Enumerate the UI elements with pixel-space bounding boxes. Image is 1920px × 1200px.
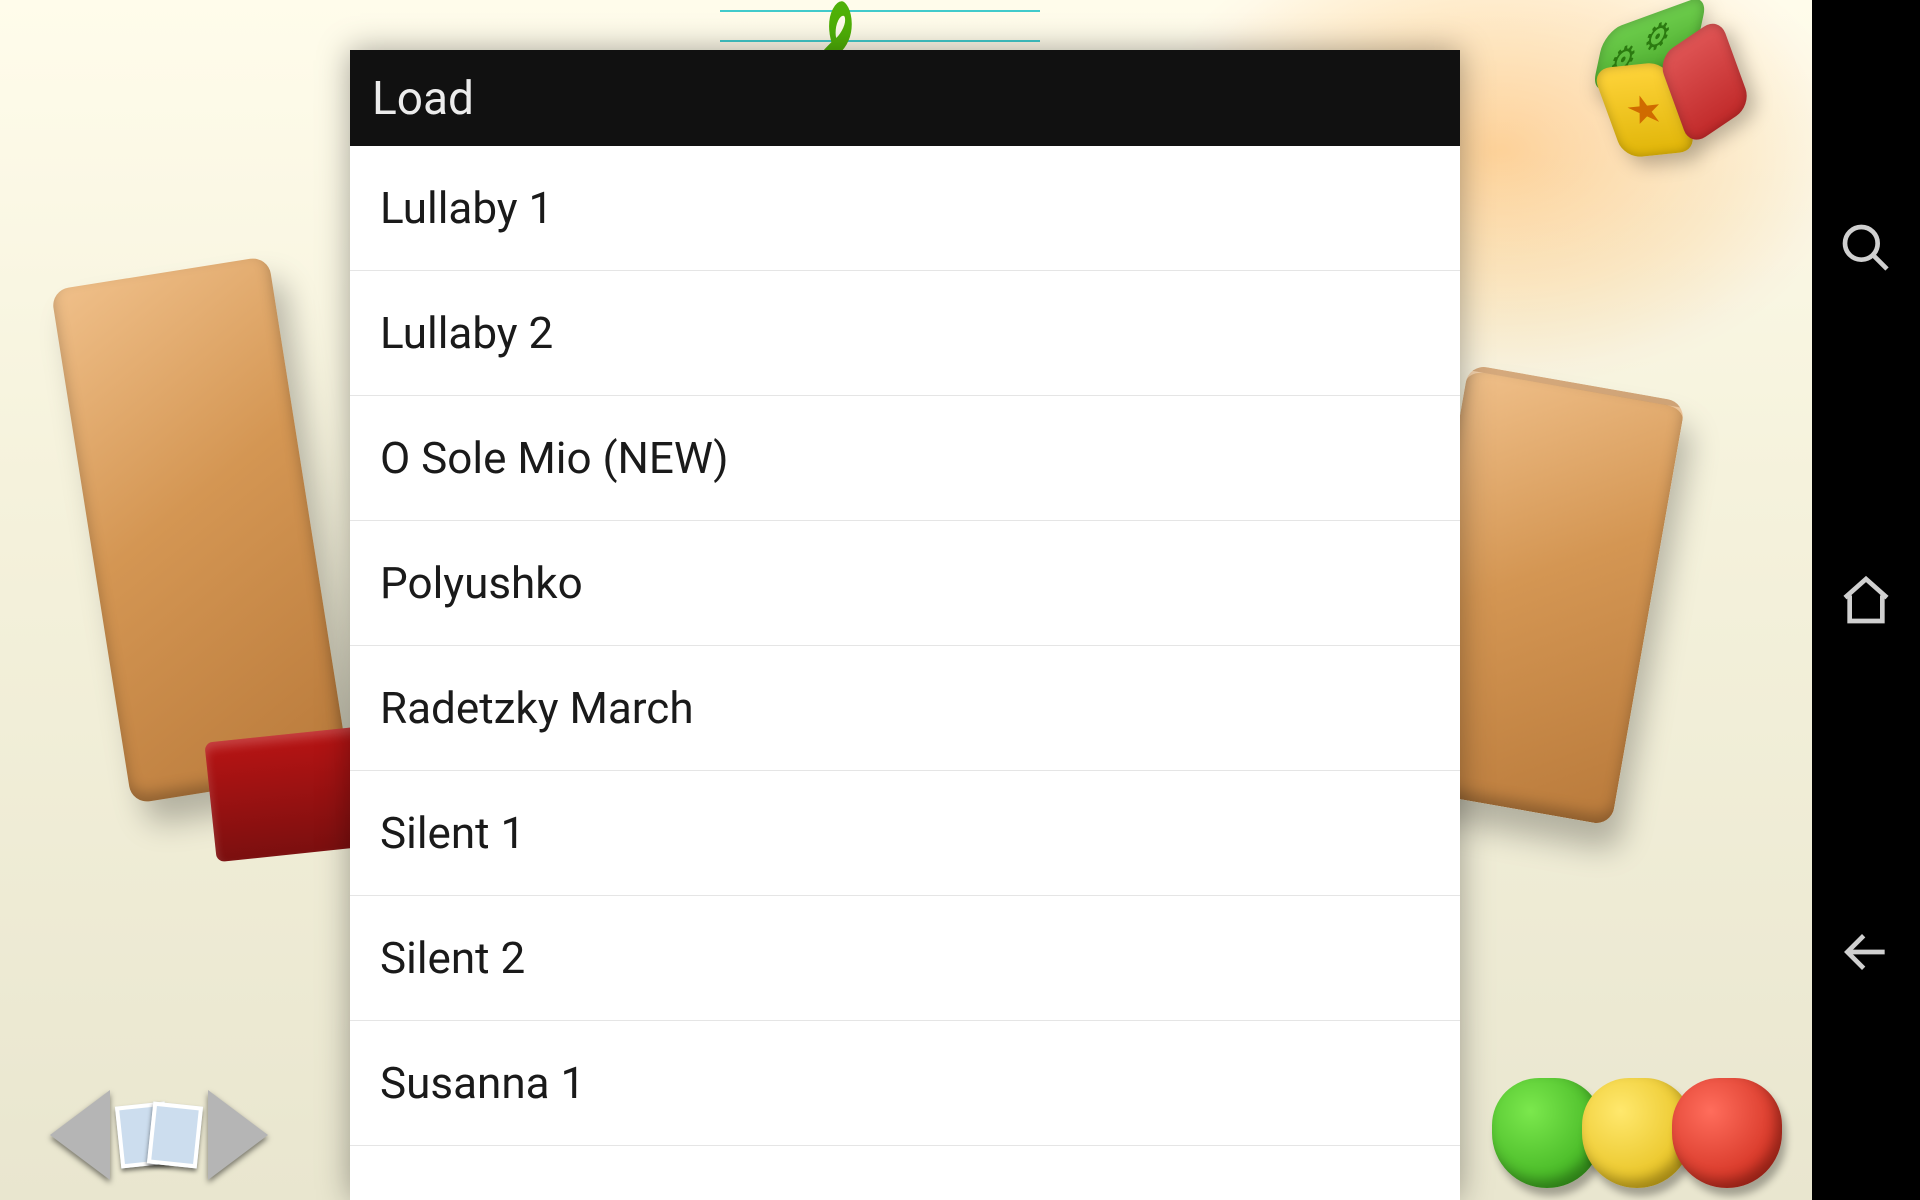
song-list-item[interactable]: Silent 2 xyxy=(350,896,1460,1021)
game-screen: 𝄞 ⚙ ⚙ ★ Load Lullaby 1 Lullaby 2 O Sole … xyxy=(0,0,1812,1200)
theme-switcher xyxy=(50,1090,268,1180)
dialog-title: Load xyxy=(350,50,1460,146)
theme-thumbnail xyxy=(147,1102,203,1169)
load-dialog: Load Lullaby 1 Lullaby 2 O Sole Mio (NEW… xyxy=(350,50,1460,1200)
song-list-item[interactable]: Lullaby 2 xyxy=(350,271,1460,396)
sound-picks xyxy=(1492,1078,1782,1188)
search-icon[interactable] xyxy=(1838,220,1894,276)
song-list-item[interactable]: Lullaby 1 xyxy=(350,146,1460,271)
song-list-item[interactable]: O Sole Mio (NEW) xyxy=(350,396,1460,521)
system-nav-bar xyxy=(1812,0,1920,1200)
song-list[interactable]: Lullaby 1 Lullaby 2 O Sole Mio (NEW) Pol… xyxy=(350,146,1460,1200)
pick-red-button[interactable] xyxy=(1672,1078,1782,1188)
xylophone-frame-left xyxy=(51,256,350,804)
settings-cube-button[interactable]: ⚙ ⚙ ★ xyxy=(1580,0,1759,170)
home-icon[interactable] xyxy=(1838,572,1894,628)
theme-thumbnails[interactable] xyxy=(118,1104,200,1166)
song-list-item[interactable]: Susanna 1 xyxy=(350,1021,1460,1146)
song-list-item[interactable]: Polyushko xyxy=(350,521,1460,646)
song-list-item[interactable]: Radetzky March xyxy=(350,646,1460,771)
song-list-item[interactable]: Silent 1 xyxy=(350,771,1460,896)
back-icon[interactable] xyxy=(1838,924,1894,980)
prev-theme-button[interactable] xyxy=(50,1090,110,1180)
next-theme-button[interactable] xyxy=(208,1090,268,1180)
